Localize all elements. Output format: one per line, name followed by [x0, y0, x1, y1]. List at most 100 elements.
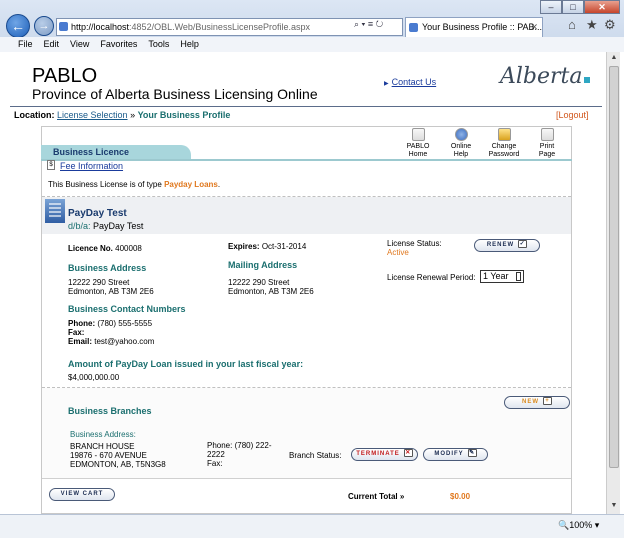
- menu-favorites[interactable]: Favorites: [100, 37, 137, 52]
- mailing-address-line2: Edmonton, AB T3M 2E6: [228, 287, 314, 296]
- license-type-prefix: This Business License is of type: [48, 180, 165, 189]
- current-total-value: $0.00: [450, 492, 471, 501]
- menu-tools[interactable]: Tools: [148, 37, 169, 52]
- browser-chrome: – □ ✕ ← → http://localhost:4852/OBL.Web/…: [0, 0, 624, 52]
- terminate-button[interactable]: TERMINATE ✕: [351, 448, 418, 461]
- license-type-suffix: .: [217, 180, 221, 189]
- address-bar[interactable]: http://localhost:4852/OBL.Web/BusinessLi…: [56, 18, 403, 36]
- menu-view[interactable]: View: [70, 37, 89, 52]
- fee-information-link[interactable]: Fee Information: [60, 161, 123, 171]
- print-page-label2: Page: [538, 151, 556, 158]
- renew-label: RENEW: [486, 242, 515, 248]
- minimize-button[interactable]: –: [540, 0, 562, 14]
- email-value: test@yahoo.com: [94, 337, 155, 346]
- forward-arrow-icon[interactable]: →: [34, 16, 54, 36]
- menu-file[interactable]: File: [18, 37, 33, 52]
- online-help-button[interactable]: Online Help: [441, 128, 481, 159]
- browser-tab[interactable]: Your Business Profile :: PAB... ✕: [405, 17, 543, 37]
- close-window-button[interactable]: ✕: [584, 0, 620, 14]
- renewal-period-label: License Renewal Period:: [387, 273, 476, 282]
- pablo-home-button[interactable]: PABLO Home: [398, 128, 438, 159]
- email-row: Email: test@yahoo.com: [68, 337, 154, 347]
- pablo-home-label1: PABLO: [406, 143, 430, 150]
- branch-status-label: Branch Status:: [289, 451, 342, 460]
- menu-help[interactable]: Help: [180, 37, 199, 52]
- modify-pencil-icon: ✎: [467, 449, 477, 458]
- renewal-period-select[interactable]: 1 Year: [480, 270, 524, 283]
- tab-page-icon: [409, 23, 418, 32]
- new-branch-icon: +: [543, 397, 552, 406]
- mailing-address-heading: Mailing Address: [228, 260, 298, 270]
- page-icon: [59, 22, 68, 31]
- home-icon[interactable]: ⌂: [568, 17, 576, 32]
- view-cart-button[interactable]: VIEW CART: [49, 488, 115, 501]
- current-total-label: Current Total »: [348, 492, 405, 501]
- modify-button[interactable]: MODIFY ✎: [423, 448, 488, 461]
- tab-close-icon[interactable]: ✕: [530, 18, 538, 36]
- license-type-value: Payday Loans: [164, 180, 218, 189]
- zoom-level[interactable]: 🔍100% ▾: [558, 520, 599, 531]
- terminate-x-icon: ✕: [403, 449, 413, 458]
- tools-gear-icon[interactable]: ⚙: [604, 17, 616, 33]
- window-controls: – □ ✕: [540, 0, 620, 14]
- print-page-label1: Print: [539, 143, 555, 150]
- renew-button[interactable]: RENEW ✓: [474, 239, 540, 252]
- branch-address-line2: EDMONTON, AB, T5N3G8: [70, 460, 166, 469]
- modify-label: MODIFY: [434, 451, 464, 457]
- expiry-date: Expires: Oct-31-2014: [228, 242, 306, 252]
- branch-address-label: Business Address:: [70, 430, 136, 439]
- page-content: PABLO Province of Alberta Business Licen…: [0, 52, 606, 514]
- vertical-scrollbar[interactable]: ▲ ▼: [606, 52, 620, 514]
- loan-amount-heading: Amount of PayDay Loan issued in your las…: [68, 359, 304, 369]
- app-subtitle: Province of Alberta Business Licensing O…: [32, 86, 318, 102]
- dba-line: d/b/a: PayDay Test: [68, 221, 143, 231]
- online-help-label1: Online: [450, 143, 472, 150]
- branch-phone-label: Phone:: [207, 441, 233, 450]
- address-host: http://localhost: [71, 22, 130, 32]
- licence-number: Licence No. 400008: [68, 244, 142, 254]
- scroll-up-icon[interactable]: ▲: [609, 54, 619, 64]
- tab-title: Your Business Profile :: PAB...: [422, 22, 543, 32]
- license-selection-link[interactable]: License Selection: [57, 110, 128, 120]
- breadcrumb: Location: License Selection » Your Busin…: [14, 110, 230, 120]
- fax-label: Fax:: [68, 328, 85, 337]
- home-icon: [411, 128, 425, 141]
- back-arrow-icon[interactable]: ←: [6, 14, 30, 38]
- branch-phone-value1: (780) 222-: [234, 441, 272, 450]
- scrollbar-thumb[interactable]: [609, 66, 619, 468]
- license-type-text: This Business License is of type Payday …: [48, 180, 220, 189]
- loan-amount-value: $4,000,000.00: [68, 373, 120, 382]
- phone-value: (780) 555-5555: [97, 319, 153, 328]
- licence-number-value: 400008: [115, 244, 142, 253]
- dba-label: d/b/a:: [68, 221, 91, 231]
- status-bar: 🔍100% ▾: [0, 514, 624, 538]
- renewal-period-value: 1 Year: [483, 271, 509, 281]
- key-icon: [497, 128, 511, 141]
- new-branch-label: NEW: [522, 399, 539, 405]
- business-licence-tab[interactable]: Business Licence: [41, 145, 191, 159]
- branches-heading: Business Branches: [68, 406, 152, 416]
- new-branch-button[interactable]: NEW +: [504, 396, 570, 409]
- scroll-down-icon[interactable]: ▼: [609, 502, 619, 512]
- breadcrumb-current: Your Business Profile: [137, 110, 231, 120]
- print-page-button[interactable]: Print Page: [527, 128, 567, 159]
- app-name: PABLO: [32, 65, 98, 87]
- contact-numbers-heading: Business Contact Numbers: [68, 304, 186, 314]
- address-path: :4852/OBL.Web/BusinessLicenseProfile.asp…: [129, 22, 310, 32]
- terminate-label: TERMINATE: [356, 451, 400, 457]
- maximize-button[interactable]: □: [562, 0, 584, 14]
- change-password-button[interactable]: Change Password: [484, 128, 524, 159]
- cart-divider: [42, 478, 571, 479]
- favorites-star-icon[interactable]: ★: [586, 17, 598, 33]
- help-globe-icon: [454, 128, 468, 141]
- renew-icon: ✓: [518, 240, 528, 249]
- business-name: PayDay Test: [68, 208, 127, 219]
- logout-link[interactable]: [Logout]: [556, 110, 589, 120]
- fee-info-icon: $: [47, 160, 55, 170]
- contact-us-link[interactable]: Contact Us: [384, 77, 437, 87]
- dropdown-arrow-icon: [516, 272, 521, 281]
- alberta-logo: Alberta: [500, 64, 590, 89]
- menu-edit[interactable]: Edit: [44, 37, 60, 52]
- address-tools[interactable]: ⌕ ▾ ≡ ↻: [354, 19, 383, 30]
- email-label: Email:: [68, 337, 93, 346]
